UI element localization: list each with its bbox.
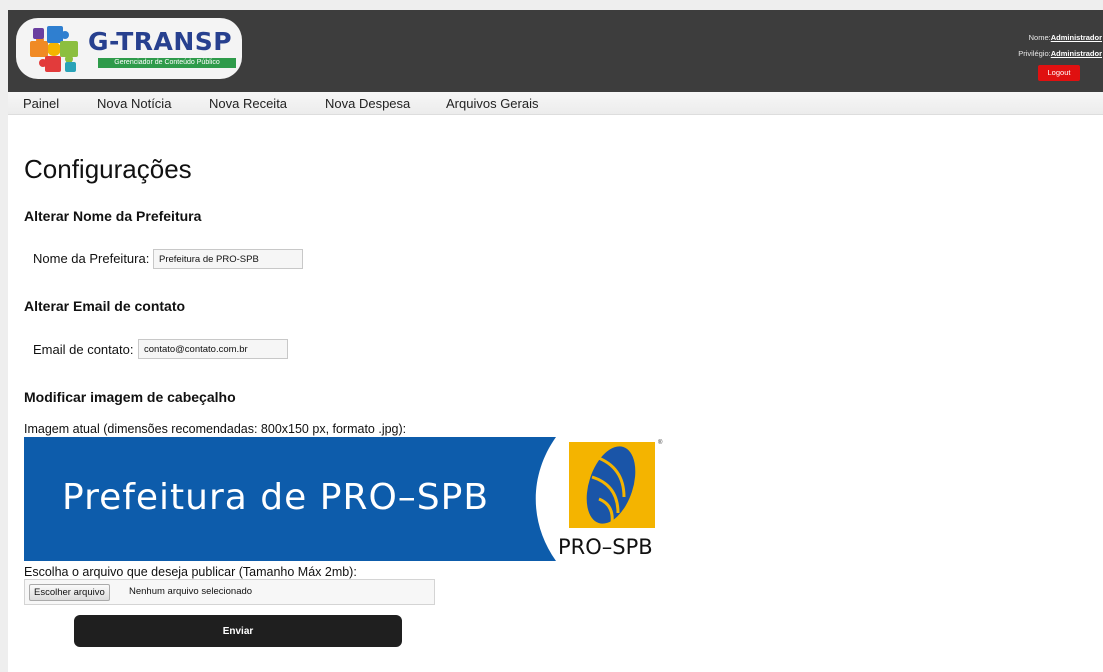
page: G-TRANSP Gerenciador de Conteúdo Público… [8, 10, 1103, 672]
nome-prefeitura-input[interactable] [153, 249, 303, 269]
nav-item-nova-noticia[interactable]: Nova Notícia [97, 96, 171, 111]
app-logo[interactable]: G-TRANSP Gerenciador de Conteúdo Público [16, 18, 242, 79]
nav-item-nova-despesa[interactable]: Nova Despesa [325, 96, 410, 111]
logo-subtitle: Gerenciador de Conteúdo Público [98, 58, 236, 68]
app-header: G-TRANSP Gerenciador de Conteúdo Público… [8, 10, 1103, 92]
nome-prefeitura-label: Nome da Prefeitura: [33, 251, 150, 266]
banner-logo-text: PRO–SPB [558, 535, 653, 559]
current-image-label: Imagem atual (dimensões recomendadas: 80… [24, 422, 407, 436]
nav-item-nova-receita[interactable]: Nova Receita [209, 96, 287, 111]
registered-mark-icon: ® [658, 440, 663, 446]
section-title-nome: Alterar Nome da Prefeitura [24, 208, 202, 224]
submit-button[interactable]: Enviar [74, 615, 402, 647]
section-title-email: Alterar Email de contato [24, 298, 186, 314]
puzzle-logo-icon [30, 26, 78, 72]
privilege-row: Privilégio:Administrador [1018, 46, 1102, 62]
logo-title: G-TRANSP [88, 27, 233, 56]
page-title: Configurações [24, 154, 192, 184]
email-contato-label: Email de contato: [33, 342, 134, 357]
privilege-label: Privilégio: [1018, 49, 1051, 58]
user-info: Nome:Administrador Privilégio:Administra… [1018, 30, 1102, 81]
file-status: Nenhum arquivo selecionado [129, 586, 253, 597]
file-upload-field[interactable]: Escolher arquivo Nenhum arquivo selecion… [24, 579, 435, 605]
privilege-link[interactable]: Administrador [1051, 49, 1102, 58]
choose-file-button[interactable]: Escolher arquivo [29, 584, 110, 601]
user-name-row: Nome:Administrador [1018, 30, 1102, 46]
choose-file-prompt: Escolha o arquivo que deseja publicar (T… [24, 565, 357, 579]
email-contato-input[interactable] [138, 339, 288, 359]
header-image-preview: Prefeitura de PRO–SPB PRO–SPB ® [24, 437, 667, 561]
user-name-link[interactable]: Administrador [1051, 33, 1102, 42]
section-title-imagem: Modificar imagem de cabeçalho [24, 389, 236, 405]
banner-title: Prefeitura de PRO–SPB [62, 477, 490, 518]
nav-item-arquivos-gerais[interactable]: Arquivos Gerais [446, 96, 538, 111]
main-nav: Painel Nova Notícia Nova Receita Nova De… [8, 92, 1103, 115]
logout-button[interactable]: Logout [1038, 65, 1080, 81]
user-name-label: Nome: [1028, 33, 1051, 42]
nav-item-painel[interactable]: Painel [23, 96, 59, 111]
